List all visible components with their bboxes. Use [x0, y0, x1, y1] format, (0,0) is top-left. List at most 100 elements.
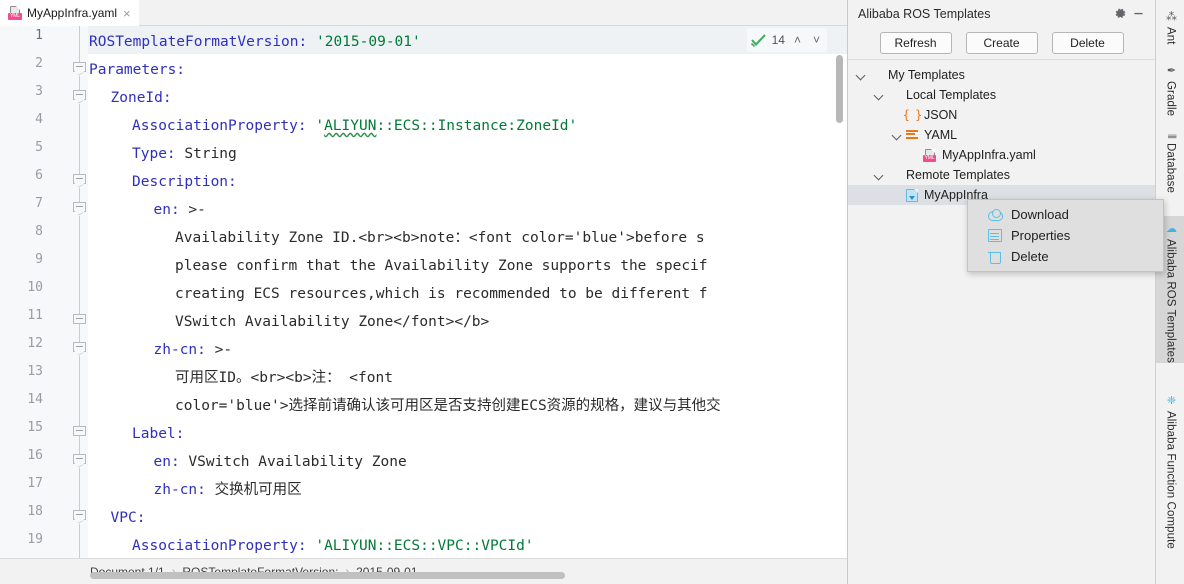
code-token: String — [175, 146, 237, 162]
code-line[interactable]: Description: — [88, 168, 237, 196]
chevron-down-icon[interactable] — [856, 69, 868, 81]
code-token: en: — [153, 202, 180, 218]
fold-down-icon[interactable] — [73, 202, 86, 216]
code-token: zh-cn: — [153, 342, 206, 358]
editor-area: YML MyAppInfra.yaml × 1 2 3 4 5 6 7 8 9 10 11 12 13 1… — [0, 0, 847, 584]
gear-icon[interactable] — [1111, 5, 1129, 23]
line-number: 3 — [35, 84, 43, 99]
inspection-ok-icon — [750, 33, 766, 47]
alibaba-ros-templates-panel: Alibaba ROS Templates Refresh Create Del… — [847, 0, 1164, 584]
code-token: AssociationProperty: — [132, 538, 307, 554]
line-number: 1 — [35, 28, 43, 43]
next-problem-icon[interactable]: ˅ — [810, 33, 823, 47]
stripe-button-ant[interactable]: ⁂ Ant — [1156, 4, 1184, 45]
code-token: ROSTemplateFormatVersion: — [89, 34, 308, 50]
stripe-button-gradle[interactable]: ✒ Gradle — [1156, 58, 1184, 116]
tree-node-local-templates[interactable]: Local Templates — [848, 85, 1155, 105]
code-line[interactable]: color='blue'>选择前请确认该可用区是否支持创建ECS资源的规格，建议… — [88, 392, 721, 420]
line-number: 7 — [35, 196, 43, 211]
stripe-button-label: Ant — [1164, 27, 1177, 45]
editor-tab-bar: YML MyAppInfra.yaml × — [0, 0, 847, 26]
code-line[interactable]: ZoneId: — [88, 84, 172, 112]
tree-node-yaml[interactable]: YAML — [848, 125, 1155, 145]
code-token: ::ECS::Instance:ZoneId' — [376, 118, 578, 134]
fold-down-icon[interactable] — [73, 62, 86, 76]
code-token: Parameters: — [89, 62, 186, 78]
code-line[interactable]: Label: — [88, 420, 184, 448]
prev-problem-icon[interactable]: ˄ — [791, 33, 804, 47]
editor-vertical-scrollbar[interactable] — [836, 55, 843, 123]
fc-icon: ❈ — [1165, 394, 1177, 407]
delete-button[interactable]: Delete — [1051, 32, 1124, 54]
code-line[interactable]: AssociationProperty: 'ALIYUN::ECS::VPC::… — [88, 532, 534, 558]
stripe-button-alibaba-function-compute[interactable]: ❈ Alibaba Function Compute — [1156, 388, 1184, 549]
line-number: 14 — [27, 392, 43, 407]
refresh-button[interactable]: Refresh — [879, 32, 952, 54]
code-line[interactable]: en: VSwitch Availability Zone — [88, 448, 407, 476]
fold-up-icon[interactable] — [73, 426, 86, 439]
fold-down-icon[interactable] — [73, 90, 86, 104]
menu-item-properties[interactable]: Properties — [968, 225, 1163, 246]
tree-node-my-templates[interactable]: My Templates — [848, 65, 1155, 85]
code-line[interactable]: VPC: — [88, 504, 146, 532]
templates-tree[interactable]: My Templates Local Templates { } JSON YAML YM… — [848, 59, 1155, 584]
inspection-widget[interactable]: 14 ˄ ˅ — [746, 28, 827, 52]
tree-node-remote-templates[interactable]: Remote Templates — [848, 165, 1155, 185]
chevron-down-icon[interactable] — [874, 169, 886, 181]
code-line[interactable]: please confirm that the Availability Zon… — [88, 252, 708, 280]
minimize-icon[interactable] — [1129, 5, 1147, 23]
fold-down-icon[interactable] — [73, 174, 86, 188]
breadcrumb: Document 1/1›ROSTemplateFormatVersion:›2… — [0, 558, 847, 584]
code-line[interactable]: Availability Zone ID.<br><b>note：<font c… — [88, 224, 705, 252]
code-line[interactable]: zh-cn: 交换机可用区 — [88, 476, 302, 504]
code-token: >- — [179, 202, 206, 218]
fold-down-icon[interactable] — [73, 454, 86, 468]
code-line[interactable]: Parameters: — [88, 56, 185, 84]
fold-up-icon[interactable] — [73, 314, 86, 327]
editor-gutter[interactable]: 1 2 3 4 5 6 7 8 9 10 11 12 13 14 15 16 17 18 19 — [0, 26, 88, 558]
code-line[interactable]: AssociationProperty: 'ALIYUN::ECS::Insta… — [88, 112, 577, 140]
tree-node-label: Remote Templates — [906, 168, 1010, 182]
code-token: 可用区ID。<br><b>注： <font — [175, 370, 393, 386]
tree-node-json[interactable]: { } JSON — [848, 105, 1155, 125]
trash-icon — [988, 250, 1002, 264]
menu-item-delete[interactable]: Delete — [968, 246, 1163, 267]
create-button[interactable]: Create — [965, 32, 1038, 54]
line-number: 6 — [35, 168, 43, 183]
close-icon[interactable]: × — [122, 7, 132, 20]
line-number: 13 — [27, 364, 43, 379]
stripe-button-database[interactable]: ⦀ Database — [1156, 128, 1184, 193]
code-line[interactable]: zh-cn: >- — [88, 336, 233, 364]
code-token: VSwitch Availability Zone</font></b> — [175, 314, 490, 330]
code-line[interactable]: en: >- — [88, 196, 206, 224]
code-token: Description: — [132, 174, 237, 190]
fold-down-icon[interactable] — [73, 510, 86, 524]
ant-icon: ⁂ — [1165, 10, 1177, 23]
context-menu[interactable]: Download Properties Delete — [967, 199, 1164, 272]
editor-horizontal-scrollbar[interactable] — [90, 572, 565, 579]
code-token: ZoneId: — [110, 90, 172, 106]
code-token: creating ECS resources,which is recommen… — [175, 286, 708, 302]
menu-item-label: Delete — [1011, 249, 1049, 264]
ide-window: YML MyAppInfra.yaml × 1 2 3 4 5 6 7 8 9 10 11 12 13 1… — [0, 0, 1184, 584]
editor-tab-myappinfra[interactable]: YML MyAppInfra.yaml × — [0, 0, 139, 26]
code-token: ' — [315, 118, 325, 134]
database-icon: ⦀ — [1165, 134, 1177, 139]
code-line[interactable]: ROSTemplateFormatVersion: '2015-09-01' — [88, 28, 421, 56]
menu-item-label: Download — [1011, 207, 1069, 222]
code-token: AssociationProperty: — [132, 118, 307, 134]
tree-node-myappinfra-yaml[interactable]: YML MyAppInfra.yaml — [848, 145, 1155, 165]
menu-item-download[interactable]: Download — [968, 204, 1163, 225]
code-line[interactable]: 可用区ID。<br><b>注： <font — [88, 364, 393, 392]
chevron-down-icon[interactable] — [874, 89, 886, 101]
chevron-down-icon[interactable] — [892, 129, 904, 141]
code-token: Type: — [132, 146, 176, 162]
fold-down-icon[interactable] — [73, 342, 86, 356]
code-line[interactable]: Type: String — [88, 140, 237, 168]
code-line[interactable]: creating ECS resources,which is recommen… — [88, 280, 708, 308]
json-icon: { } — [902, 108, 923, 122]
code-content[interactable]: ROSTemplateFormatVersion: '2015-09-01' Pa… — [88, 26, 847, 558]
yaml-icon — [904, 129, 920, 141]
code-line[interactable]: VSwitch Availability Zone</font></b> — [88, 308, 489, 336]
